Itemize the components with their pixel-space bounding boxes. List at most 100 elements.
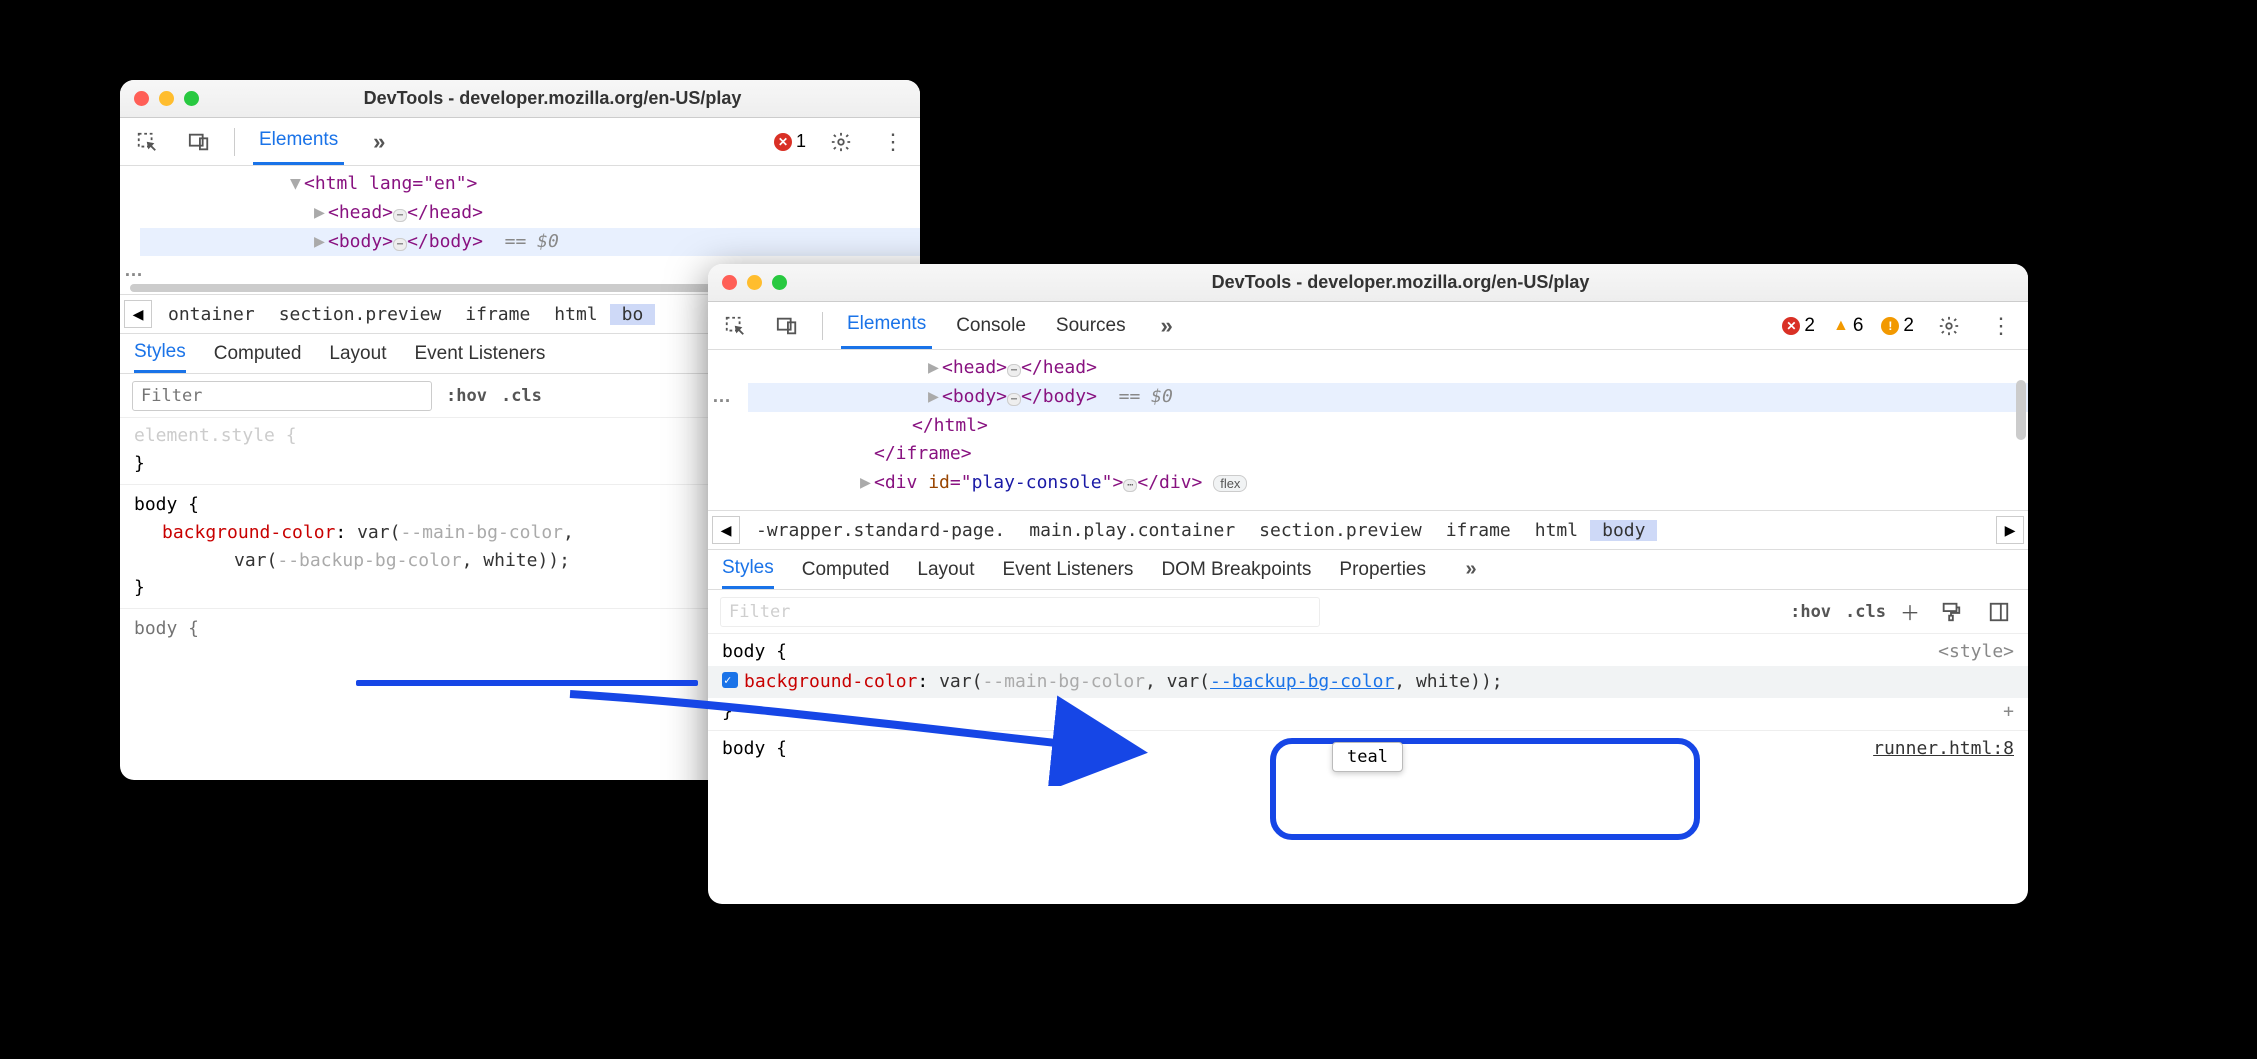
more-subtabs-icon[interactable]: » bbox=[1454, 553, 1488, 587]
window-title: DevTools - developer.mozilla.org/en-US/p… bbox=[199, 88, 906, 109]
menu-icon[interactable]: ⋮ bbox=[1984, 309, 2018, 343]
settings-icon[interactable] bbox=[1932, 309, 1966, 343]
tab-console[interactable]: Console bbox=[950, 302, 1032, 349]
device-toolbar-icon[interactable] bbox=[770, 309, 804, 343]
tooltip-text: teal bbox=[1347, 747, 1388, 767]
crumb-item[interactable]: html bbox=[542, 304, 609, 325]
error-count-badge[interactable]: ✕ 1 bbox=[774, 131, 806, 152]
annotation-underline bbox=[356, 680, 698, 686]
subtab-computed[interactable]: Computed bbox=[214, 334, 302, 373]
devtools-tabstrip: Elements Console Sources » ✕2 ▲6 !2 ⋮ bbox=[708, 302, 2028, 350]
titlebar[interactable]: DevTools - developer.mozilla.org/en-US/p… bbox=[120, 80, 920, 118]
styles-filter-input[interactable] bbox=[720, 597, 1320, 627]
subtab-properties[interactable]: Properties bbox=[1339, 550, 1426, 589]
selected-node-indicator: == $0 bbox=[1119, 386, 1173, 407]
dom-node-body-selected[interactable]: ▶<body>⋯</body> == $0 bbox=[140, 228, 920, 257]
dom-node-div[interactable]: ▶<div id="play-console">⋯</div> flex bbox=[748, 469, 2028, 498]
crumb-item[interactable]: section.preview bbox=[1247, 520, 1434, 541]
crumb-item[interactable]: ontainer bbox=[156, 304, 267, 325]
css-brace-close: } + bbox=[722, 698, 2014, 726]
more-tabs-icon[interactable]: » bbox=[1150, 309, 1184, 343]
classes-button[interactable]: .cls bbox=[501, 386, 542, 406]
devtools-tabstrip: Elements » ✕ 1 ⋮ bbox=[120, 118, 920, 166]
vertical-scrollbar[interactable] bbox=[2016, 380, 2026, 440]
ellipsis-icon[interactable]: ⋯ bbox=[393, 209, 407, 222]
subtab-computed[interactable]: Computed bbox=[802, 550, 890, 589]
flex-badge[interactable]: flex bbox=[1213, 475, 1247, 492]
subtab-styles[interactable]: Styles bbox=[722, 550, 774, 589]
crumb-scroll-left-icon[interactable]: ◀ bbox=[712, 516, 740, 544]
truncation-indicator: … bbox=[712, 386, 732, 408]
dom-node-body-selected[interactable]: ▶<body>⋯</body> == $0 bbox=[748, 383, 2028, 412]
css-declaration-highlighted[interactable]: background-color: var(--main-bg-color, v… bbox=[708, 666, 2028, 698]
subtab-event-listeners[interactable]: Event Listeners bbox=[414, 334, 545, 373]
traffic-lights[interactable] bbox=[134, 91, 199, 106]
tab-elements[interactable]: Elements bbox=[253, 118, 344, 165]
tab-sources[interactable]: Sources bbox=[1050, 302, 1132, 349]
ellipsis-icon[interactable]: ⋯ bbox=[1007, 393, 1021, 406]
new-style-rule-icon[interactable]: ＋ bbox=[1900, 597, 1920, 626]
add-declaration-icon[interactable]: + bbox=[2003, 698, 2014, 726]
dom-node-iframe-close[interactable]: </iframe> bbox=[748, 440, 2028, 469]
ellipsis-icon[interactable]: ⋯ bbox=[1123, 479, 1137, 492]
subtab-dom-breakpoints[interactable]: DOM Breakpoints bbox=[1161, 550, 1311, 589]
dom-tree[interactable]: … ▶<head>⋯</head> ▶<body>⋯</body> == $0 … bbox=[708, 350, 2028, 510]
dom-node-html[interactable]: ▼<html lang="en"> bbox=[140, 170, 920, 199]
subtab-styles[interactable]: Styles bbox=[134, 334, 186, 373]
device-toolbar-icon[interactable] bbox=[182, 125, 216, 159]
minimize-icon[interactable] bbox=[159, 91, 174, 106]
ellipsis-icon[interactable]: ⋯ bbox=[393, 238, 407, 251]
css-source-link[interactable]: runner.html:8 bbox=[1873, 735, 2014, 763]
breadcrumb[interactable]: ◀ -wrapper.standard-page. main.play.cont… bbox=[708, 510, 2028, 550]
message-count-badge[interactable]: !2 bbox=[1881, 315, 1914, 337]
crumb-item[interactable]: main.play.container bbox=[1017, 520, 1247, 541]
inspect-icon[interactable] bbox=[130, 125, 164, 159]
property-enabled-checkbox[interactable] bbox=[722, 672, 738, 688]
css-source-ref[interactable]: <style> bbox=[1938, 638, 2014, 666]
dom-node-head[interactable]: ▶<head>⋯</head> bbox=[140, 199, 920, 228]
crumb-item-selected[interactable]: body bbox=[1590, 520, 1657, 541]
error-count-badge[interactable]: ✕2 bbox=[1782, 315, 1815, 337]
force-state-button[interactable]: :hov bbox=[1790, 602, 1831, 622]
subtab-layout[interactable]: Layout bbox=[329, 334, 386, 373]
window-title: DevTools - developer.mozilla.org/en-US/p… bbox=[787, 272, 2014, 293]
error-count: 2 bbox=[1804, 315, 1815, 337]
subtab-layout[interactable]: Layout bbox=[917, 550, 974, 589]
traffic-lights[interactable] bbox=[722, 275, 787, 290]
close-icon[interactable] bbox=[134, 91, 149, 106]
dom-node-head[interactable]: ▶<head>⋯</head> bbox=[748, 354, 2028, 383]
more-tabs-icon[interactable]: » bbox=[362, 125, 396, 159]
css-rule-selector[interactable]: body { <style> bbox=[722, 638, 2014, 666]
computed-panel-toggle-icon[interactable] bbox=[1982, 595, 2016, 629]
crumb-item[interactable]: -wrapper.standard-page. bbox=[744, 520, 1017, 541]
classes-button[interactable]: .cls bbox=[1845, 602, 1886, 622]
crumb-item-selected[interactable]: bo bbox=[610, 304, 656, 325]
styles-filter-bar: :hov .cls ＋ bbox=[708, 590, 2028, 634]
menu-icon[interactable]: ⋮ bbox=[876, 125, 910, 159]
crumb-scroll-left-icon[interactable]: ◀ bbox=[124, 300, 152, 328]
css-variable-link[interactable]: --backup-bg-color bbox=[1210, 671, 1394, 692]
crumb-item[interactable]: section.preview bbox=[267, 304, 454, 325]
subtab-event-listeners[interactable]: Event Listeners bbox=[1002, 550, 1133, 589]
settings-icon[interactable] bbox=[824, 125, 858, 159]
separator bbox=[822, 312, 823, 340]
crumb-item[interactable]: iframe bbox=[1434, 520, 1523, 541]
warning-count-badge[interactable]: ▲6 bbox=[1833, 315, 1863, 337]
titlebar[interactable]: DevTools - developer.mozilla.org/en-US/p… bbox=[708, 264, 2028, 302]
minimize-icon[interactable] bbox=[747, 275, 762, 290]
zoom-icon[interactable] bbox=[184, 91, 199, 106]
tab-elements[interactable]: Elements bbox=[841, 302, 932, 349]
force-state-button[interactable]: :hov bbox=[446, 386, 487, 406]
close-icon[interactable] bbox=[722, 275, 737, 290]
crumb-item[interactable]: iframe bbox=[453, 304, 542, 325]
truncation-indicator: … bbox=[124, 260, 144, 282]
crumb-scroll-right-icon[interactable]: ▶ bbox=[1996, 516, 2024, 544]
styles-filter-input[interactable] bbox=[132, 381, 432, 411]
inspect-icon[interactable] bbox=[718, 309, 752, 343]
ellipsis-icon[interactable]: ⋯ bbox=[1007, 364, 1021, 377]
warning-count: 6 bbox=[1853, 315, 1864, 337]
crumb-item[interactable]: html bbox=[1523, 520, 1590, 541]
paint-icon[interactable] bbox=[1934, 595, 1968, 629]
dom-node-html-close[interactable]: </html> bbox=[748, 412, 2028, 441]
zoom-icon[interactable] bbox=[772, 275, 787, 290]
